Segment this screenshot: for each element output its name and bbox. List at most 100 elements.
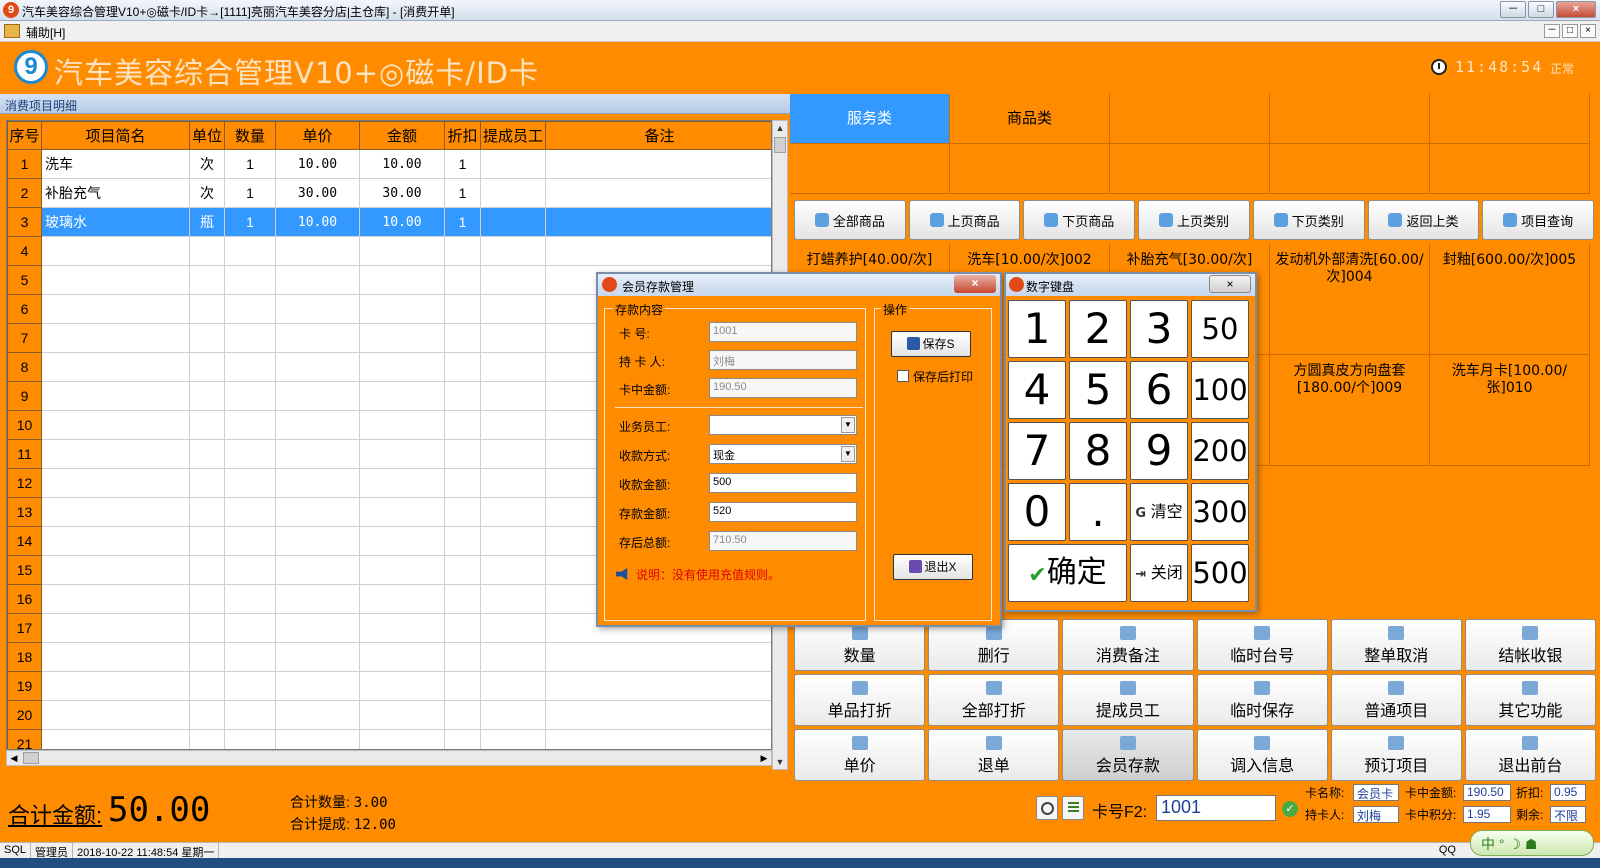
cell-amount[interactable] bbox=[359, 555, 445, 585]
cell-unit[interactable] bbox=[189, 265, 225, 295]
cell-price[interactable] bbox=[275, 497, 360, 527]
category-tab[interactable] bbox=[1110, 144, 1270, 194]
mdi-restore-button[interactable]: □ bbox=[1562, 24, 1578, 38]
cell-unit[interactable]: 次 bbox=[189, 149, 225, 179]
cell-qty[interactable] bbox=[224, 555, 276, 585]
cell-discount[interactable] bbox=[444, 352, 481, 382]
cell-unit[interactable] bbox=[189, 613, 225, 643]
keypad-key[interactable]: 500 bbox=[1191, 544, 1249, 602]
nav-button[interactable]: 下页类别 bbox=[1252, 200, 1365, 240]
cell-name[interactable] bbox=[41, 613, 190, 643]
column-header[interactable]: 项目简名 bbox=[41, 121, 190, 150]
cell-unit[interactable] bbox=[189, 236, 225, 266]
cell-staff[interactable] bbox=[480, 352, 546, 382]
cell-discount[interactable] bbox=[444, 642, 481, 672]
cell-unit[interactable] bbox=[189, 700, 225, 730]
cell-amount[interactable] bbox=[359, 294, 445, 324]
cell-name[interactable]: 补胎充气 bbox=[41, 178, 190, 208]
cell-unit[interactable] bbox=[189, 323, 225, 353]
cell-price[interactable] bbox=[275, 526, 360, 556]
save-button[interactable]: 保存S bbox=[891, 331, 971, 357]
after-total-field[interactable]: 710.50 bbox=[709, 531, 857, 551]
card-no-field[interactable]: 1001 bbox=[709, 322, 857, 342]
cell-amount[interactable]: 10.00 bbox=[359, 149, 445, 179]
keypad-key[interactable]: 300 bbox=[1191, 483, 1249, 541]
cell-qty[interactable] bbox=[224, 410, 276, 440]
received-amount-input[interactable]: 500 bbox=[709, 473, 857, 493]
cell-discount[interactable] bbox=[444, 700, 481, 730]
card-list-icon[interactable] bbox=[1062, 796, 1084, 820]
cell-staff[interactable] bbox=[480, 207, 546, 237]
cell-qty[interactable] bbox=[224, 468, 276, 498]
keypad-key[interactable]: 5 bbox=[1069, 361, 1127, 419]
cell-name[interactable] bbox=[41, 468, 190, 498]
cell-amount[interactable] bbox=[359, 352, 445, 382]
cell-discount[interactable] bbox=[444, 468, 481, 498]
cell-name[interactable] bbox=[41, 729, 190, 749]
cell-staff[interactable] bbox=[480, 381, 546, 411]
cell-name[interactable] bbox=[41, 294, 190, 324]
function-button[interactable]: 会员存款 bbox=[1062, 729, 1194, 781]
column-header[interactable]: 单价 bbox=[275, 121, 360, 150]
function-button[interactable]: 整单取消 bbox=[1330, 619, 1462, 671]
cell-staff[interactable] bbox=[480, 178, 546, 208]
function-button[interactable]: 普通项目 bbox=[1330, 674, 1462, 726]
product-item[interactable]: 发动机外部清洗[60.00/次]004 bbox=[1270, 244, 1430, 355]
scroll-down-arrow-icon[interactable]: ▼ bbox=[773, 755, 787, 769]
function-button[interactable]: 全部打折 bbox=[928, 674, 1060, 726]
scroll-up-arrow-icon[interactable]: ▲ bbox=[773, 121, 787, 135]
table-row[interactable]: 18 bbox=[7, 642, 771, 672]
cell-staff[interactable] bbox=[480, 439, 546, 469]
cell-amount[interactable] bbox=[359, 236, 445, 266]
cell-price[interactable] bbox=[275, 410, 360, 440]
cell-unit[interactable] bbox=[189, 410, 225, 440]
column-header[interactable]: 提成员工 bbox=[480, 121, 546, 150]
cell-qty[interactable] bbox=[224, 236, 276, 266]
cell-staff[interactable] bbox=[480, 468, 546, 498]
cell-discount[interactable] bbox=[444, 497, 481, 527]
ime-toolbar[interactable]: 中 ° ☽ ☗ bbox=[1470, 830, 1594, 856]
pay-method-select[interactable]: 现金 ▼ bbox=[709, 444, 857, 464]
cell-price[interactable] bbox=[275, 555, 360, 585]
cell-price[interactable] bbox=[275, 468, 360, 498]
category-tab[interactable] bbox=[1270, 94, 1430, 144]
scroll-left-arrow-icon[interactable]: ◀ bbox=[7, 751, 21, 765]
cell-amount[interactable] bbox=[359, 526, 445, 556]
function-button[interactable]: 提成员工 bbox=[1062, 674, 1194, 726]
cell-unit[interactable] bbox=[189, 671, 225, 701]
table-row[interactable]: 2 补胎充气次 1 30.00 30.00 1 bbox=[7, 178, 771, 208]
cell-qty[interactable] bbox=[224, 381, 276, 411]
column-header[interactable]: 序号 bbox=[7, 121, 42, 150]
balance-field[interactable]: 190.50 bbox=[709, 378, 857, 398]
keypad-key[interactable]: 9 bbox=[1130, 422, 1188, 480]
cell-price[interactable] bbox=[275, 613, 360, 643]
cell-unit[interactable] bbox=[189, 497, 225, 527]
keypad-key[interactable]: 6 bbox=[1130, 361, 1188, 419]
cell-unit[interactable] bbox=[189, 555, 225, 585]
cell-amount[interactable] bbox=[359, 410, 445, 440]
cell-note[interactable] bbox=[545, 149, 771, 179]
cell-name[interactable] bbox=[41, 439, 190, 469]
cell-staff[interactable] bbox=[480, 323, 546, 353]
function-button[interactable]: 调入信息 bbox=[1196, 729, 1328, 781]
cell-price[interactable] bbox=[275, 265, 360, 295]
cell-unit[interactable]: 瓶 bbox=[189, 207, 225, 237]
chevron-down-icon[interactable]: ▼ bbox=[841, 417, 855, 433]
cell-staff[interactable] bbox=[480, 729, 546, 749]
cell-discount[interactable] bbox=[444, 294, 481, 324]
table-row[interactable]: 21 bbox=[7, 729, 771, 749]
cell-discount[interactable] bbox=[444, 671, 481, 701]
cell-price[interactable] bbox=[275, 642, 360, 672]
cell-staff[interactable] bbox=[480, 700, 546, 730]
mdi-close-button[interactable]: × bbox=[1580, 24, 1596, 38]
cell-staff[interactable] bbox=[480, 294, 546, 324]
cell-note[interactable] bbox=[545, 236, 771, 266]
cell-name[interactable] bbox=[41, 352, 190, 382]
cell-unit[interactable] bbox=[189, 584, 225, 614]
category-tab[interactable] bbox=[950, 144, 1110, 194]
nav-button[interactable]: 返回上类 bbox=[1367, 200, 1480, 240]
keypad-key[interactable]: 2 bbox=[1069, 300, 1127, 358]
product-item[interactable]: 洗车月卡[100.00/张]010 bbox=[1430, 355, 1590, 466]
cell-discount[interactable] bbox=[444, 584, 481, 614]
cell-amount[interactable] bbox=[359, 671, 445, 701]
